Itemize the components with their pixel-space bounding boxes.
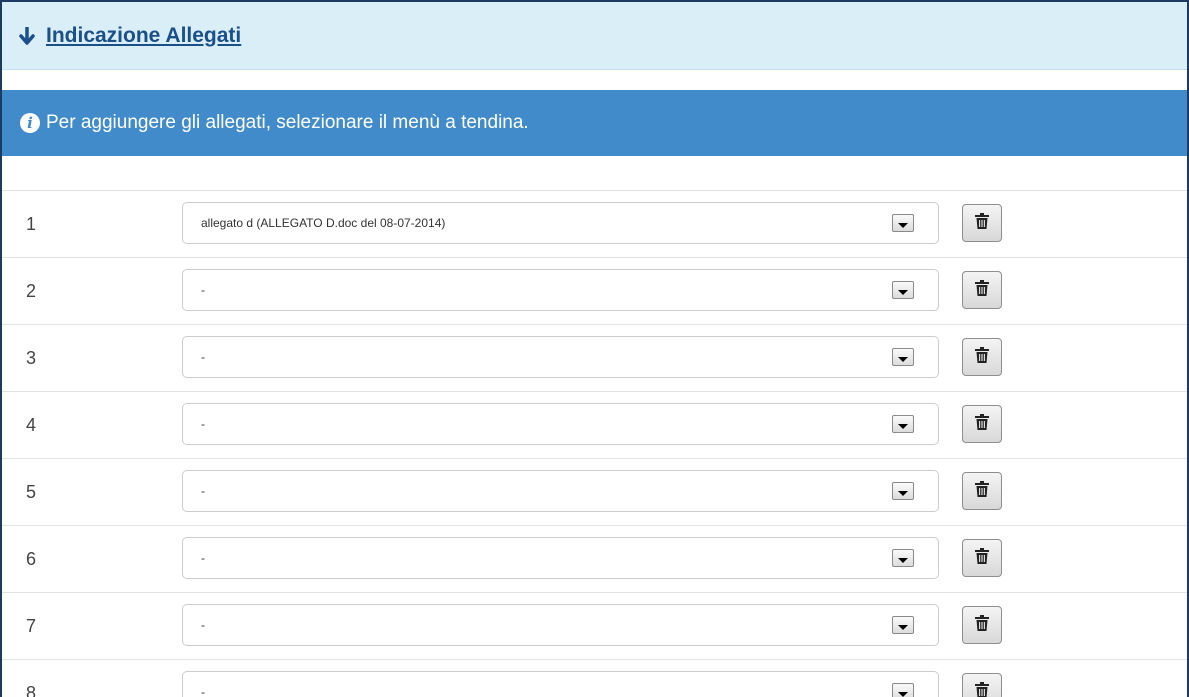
info-alert: i Per aggiungere gli allegati, seleziona… [2,90,1187,156]
info-message: Per aggiungere gli allegati, selezionare… [46,112,529,133]
trash-icon [975,346,989,368]
table-row: 8 - [2,660,1187,697]
row-number: 1 [26,213,37,234]
attachment-select[interactable]: - [182,403,939,445]
delete-attachment-button[interactable] [962,271,1002,309]
attachments-table: 1 allegato d (ALLEGATO D.doc del 08-07-2… [2,156,1187,697]
attachment-select-value: - [201,618,205,632]
table-row: 7 - [2,593,1187,660]
row-number: 7 [26,615,37,636]
info-circle-icon: i [20,113,40,133]
section-title-link[interactable]: Indicazione Allegati [46,24,241,48]
row-number: 6 [26,548,37,569]
chevron-down-icon[interactable] [892,549,914,567]
table-row: 6 - [2,526,1187,593]
delete-attachment-button[interactable] [962,338,1002,376]
delete-attachment-button[interactable] [962,204,1002,242]
trash-icon [975,212,989,234]
attachment-select-value: - [201,417,205,431]
chevron-down-icon[interactable] [892,415,914,433]
attachment-select[interactable]: - [182,470,939,512]
delete-attachment-button[interactable] [962,472,1002,510]
attachment-select[interactable]: allegato d (ALLEGATO D.doc del 08-07-201… [182,202,939,244]
trash-icon [975,614,989,636]
table-row: 3 - [2,325,1187,392]
attachment-select[interactable]: - [182,604,939,646]
trash-icon [975,681,989,697]
trash-icon [975,547,989,569]
row-number: 8 [26,682,37,697]
row-number: 2 [26,280,37,301]
arrow-down-icon [18,26,36,45]
chevron-down-icon[interactable] [892,281,914,299]
section-header: Indicazione Allegati [2,2,1187,70]
attachment-select-value: - [201,685,205,697]
attachments-panel: Indicazione Allegati i Per aggiungere gl… [0,0,1189,697]
delete-attachment-button[interactable] [962,539,1002,577]
attachment-select[interactable]: - [182,537,939,579]
delete-attachment-button[interactable] [962,405,1002,443]
delete-attachment-button[interactable] [962,606,1002,644]
trash-icon [975,480,989,502]
chevron-down-icon[interactable] [892,482,914,500]
attachment-select[interactable]: - [182,671,939,697]
trash-icon [975,413,989,435]
row-number: 4 [26,414,37,435]
attachment-select[interactable]: - [182,336,939,378]
attachment-select-value: - [201,551,205,565]
trash-icon [975,279,989,301]
table-row: 2 - [2,258,1187,325]
chevron-down-icon[interactable] [892,616,914,634]
table-header-row [2,156,1187,191]
row-number: 3 [26,347,37,368]
attachment-select-value: - [201,484,205,498]
chevron-down-icon[interactable] [892,214,914,232]
attachment-select-value: - [201,283,205,297]
chevron-down-icon[interactable] [892,683,914,697]
table-row: 5 - [2,459,1187,526]
table-row: 4 - [2,392,1187,459]
table-row: 1 allegato d (ALLEGATO D.doc del 08-07-2… [2,191,1187,258]
attachment-select-value: allegato d (ALLEGATO D.doc del 08-07-201… [201,216,446,230]
row-number: 5 [26,481,37,502]
chevron-down-icon[interactable] [892,348,914,366]
attachment-select-value: - [201,350,205,364]
delete-attachment-button[interactable] [962,673,1002,697]
attachment-select[interactable]: - [182,269,939,311]
